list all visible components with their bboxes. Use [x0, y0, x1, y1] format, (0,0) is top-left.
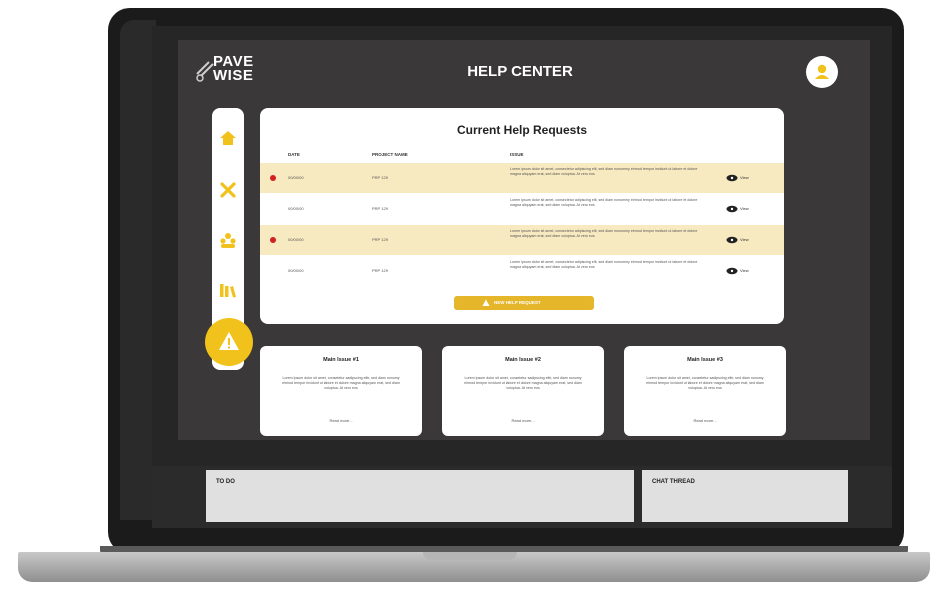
- eye-icon: [726, 236, 738, 244]
- table-row[interactable]: 00/00/00 PRP 129 Lorem ipsum dolor sit a…: [260, 225, 784, 255]
- row-issue: Lorem ipsum dolor sit amet, consectetur …: [510, 198, 698, 207]
- read-more-link[interactable]: Read more...: [624, 418, 786, 423]
- view-button[interactable]: View: [726, 266, 766, 276]
- column-header-date: DATE: [288, 152, 300, 157]
- row-project: PRP 129: [372, 206, 388, 211]
- unread-dot: [270, 175, 276, 181]
- view-button[interactable]: View: [726, 173, 766, 183]
- row-date: 00/00/00: [288, 175, 304, 180]
- pavewise-logo[interactable]: PAVE WISE: [195, 54, 265, 86]
- issue-title: Main Issue #2: [505, 357, 541, 363]
- warning-icon: [219, 332, 239, 350]
- current-requests-card: Current Help Requests DATE PROJECT NAME …: [260, 108, 784, 324]
- row-project: PRP 129: [372, 175, 388, 180]
- unread-dot: [270, 237, 276, 243]
- row-issue: Lorem ipsum dolor sit amet, consectetur …: [510, 229, 698, 238]
- view-button[interactable]: View: [726, 204, 766, 214]
- row-date: 00/00/00: [288, 206, 304, 211]
- sidebar-item-team[interactable]: [218, 230, 238, 250]
- mockup-stage: TO DO CHAT THREAD PAVE WISE HELP CENTER: [0, 0, 940, 590]
- laptop-bezel: [120, 20, 156, 520]
- view-label: View: [740, 175, 749, 180]
- chat-thread-label: CHAT THREAD: [652, 479, 695, 485]
- main-issue-card[interactable]: Main Issue #2 Lorem ipsum dolor sit amet…: [442, 346, 604, 436]
- laptop-notch: [423, 552, 517, 560]
- column-header-project: PROJECT NAME: [372, 152, 408, 157]
- home-icon: [220, 131, 236, 145]
- view-label: View: [740, 237, 749, 242]
- help-alert-button[interactable]: [205, 318, 253, 366]
- issue-title: Main Issue #1: [323, 357, 359, 363]
- new-help-request-button[interactable]: NEW HELP REQUEST: [454, 296, 594, 310]
- table-row[interactable]: 00/00/00 PRP 129 Lorem ipsum dolor sit a…: [260, 194, 784, 224]
- avatar[interactable]: [806, 56, 838, 88]
- read-more-link[interactable]: Read more...: [260, 418, 422, 423]
- row-date: 00/00/00: [288, 237, 304, 242]
- logo-word-wise: WISE: [213, 67, 254, 84]
- main-issue-card[interactable]: Main Issue #3 Lorem ipsum dolor sit amet…: [624, 346, 786, 436]
- eye-icon: [726, 174, 738, 182]
- view-label: View: [740, 268, 749, 273]
- table-row[interactable]: 00/00/00 PRP 129 Lorem ipsum dolor sit a…: [260, 256, 784, 286]
- chat-thread-panel[interactable]: CHAT THREAD: [642, 470, 848, 522]
- user-icon: [815, 64, 829, 79]
- library-icon: [220, 284, 236, 298]
- requests-title: Current Help Requests: [456, 123, 588, 137]
- table-row[interactable]: 00/00/00 PRP 129 Lorem ipsum dolor sit a…: [260, 163, 784, 193]
- todo-panel-label: TO DO: [216, 479, 235, 485]
- tools-icon: [220, 182, 236, 198]
- view-label: View: [740, 206, 749, 211]
- issue-body: Lorem ipsum dolor sit amet, consetetur s…: [646, 376, 764, 391]
- column-header-issue: ISSUE: [510, 152, 524, 157]
- view-button[interactable]: View: [726, 235, 766, 245]
- read-more-link[interactable]: Read more...: [442, 418, 604, 423]
- main-issue-card[interactable]: Main Issue #1 Lorem ipsum dolor sit amet…: [260, 346, 422, 436]
- issue-title: Main Issue #3: [687, 357, 723, 363]
- row-project: PRP 129: [372, 268, 388, 273]
- new-help-request-label: NEW HELP REQUEST: [494, 300, 541, 305]
- sidebar-item-tools[interactable]: [218, 180, 238, 200]
- row-project: PRP 129: [372, 237, 388, 242]
- eye-icon: [726, 267, 738, 275]
- team-icon: [220, 233, 236, 248]
- todo-panel[interactable]: TO DO: [206, 470, 634, 522]
- eye-icon: [726, 205, 738, 213]
- sidebar-item-library[interactable]: [218, 280, 238, 300]
- page-title: HELP CENTER: [467, 63, 573, 80]
- row-issue: Lorem ipsum dolor sit amet, consectetur …: [510, 260, 698, 269]
- row-date: 00/00/00: [288, 268, 304, 273]
- warning-icon: [482, 299, 490, 306]
- issue-body: Lorem ipsum dolor sit amet, consetetur s…: [464, 376, 582, 391]
- issue-body: Lorem ipsum dolor sit amet, consetetur s…: [282, 376, 400, 391]
- sidebar-item-home[interactable]: [218, 128, 238, 148]
- row-issue: Lorem ipsum dolor sit amet, consectetur …: [510, 167, 698, 176]
